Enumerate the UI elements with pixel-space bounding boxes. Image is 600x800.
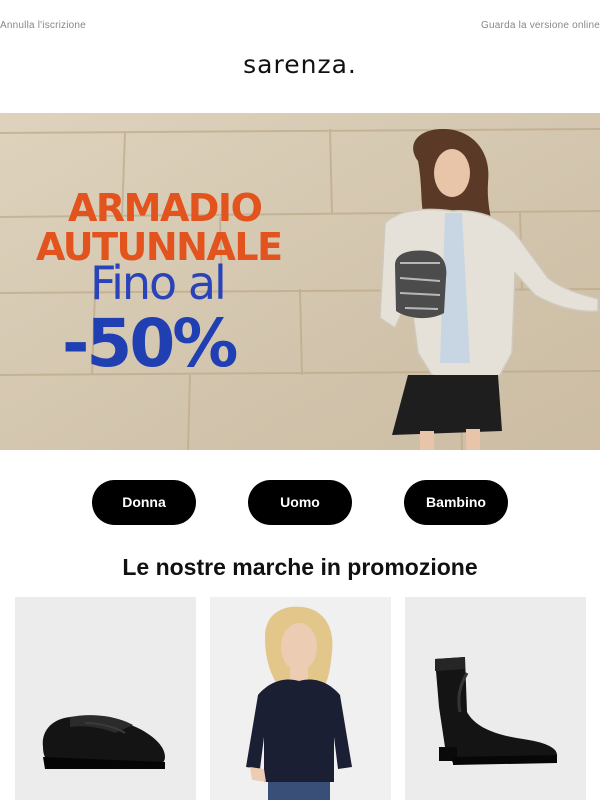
view-online-link[interactable]: Guarda la versione online xyxy=(481,20,600,31)
hero-banner[interactable]: ARMADIO AUTUNNALE Fino al -50% xyxy=(0,113,600,450)
hero-discount: -50% xyxy=(62,305,238,382)
category-button-donna[interactable]: Donna xyxy=(92,480,196,525)
product-card-loafer[interactable] xyxy=(15,597,196,800)
product-card-sweater[interactable] xyxy=(210,597,391,800)
email-top-bar: Annulla l'iscrizione Guarda la versione … xyxy=(0,0,600,50)
brands-section-title: Le nostre marche in promozione xyxy=(122,554,478,580)
hero-line-3: Fino al xyxy=(90,256,227,310)
sweater-model-icon xyxy=(210,597,391,800)
ankle-boot-icon xyxy=(435,657,557,765)
loafer-shoe-icon xyxy=(42,715,165,769)
hero-headline: ARMADIO AUTUNNALE Fino al -50% xyxy=(0,113,600,450)
category-buttons: Donna Uomo Bambino xyxy=(0,480,600,526)
unsubscribe-link[interactable]: Annulla l'iscrizione xyxy=(0,20,86,31)
brand-logo[interactable]: sarenza. xyxy=(0,50,600,79)
category-button-uomo[interactable]: Uomo xyxy=(248,480,352,525)
category-button-bambino[interactable]: Bambino xyxy=(404,480,508,525)
product-card-ankle-boot[interactable] xyxy=(405,597,586,800)
hero-line-1: ARMADIO xyxy=(68,186,263,230)
